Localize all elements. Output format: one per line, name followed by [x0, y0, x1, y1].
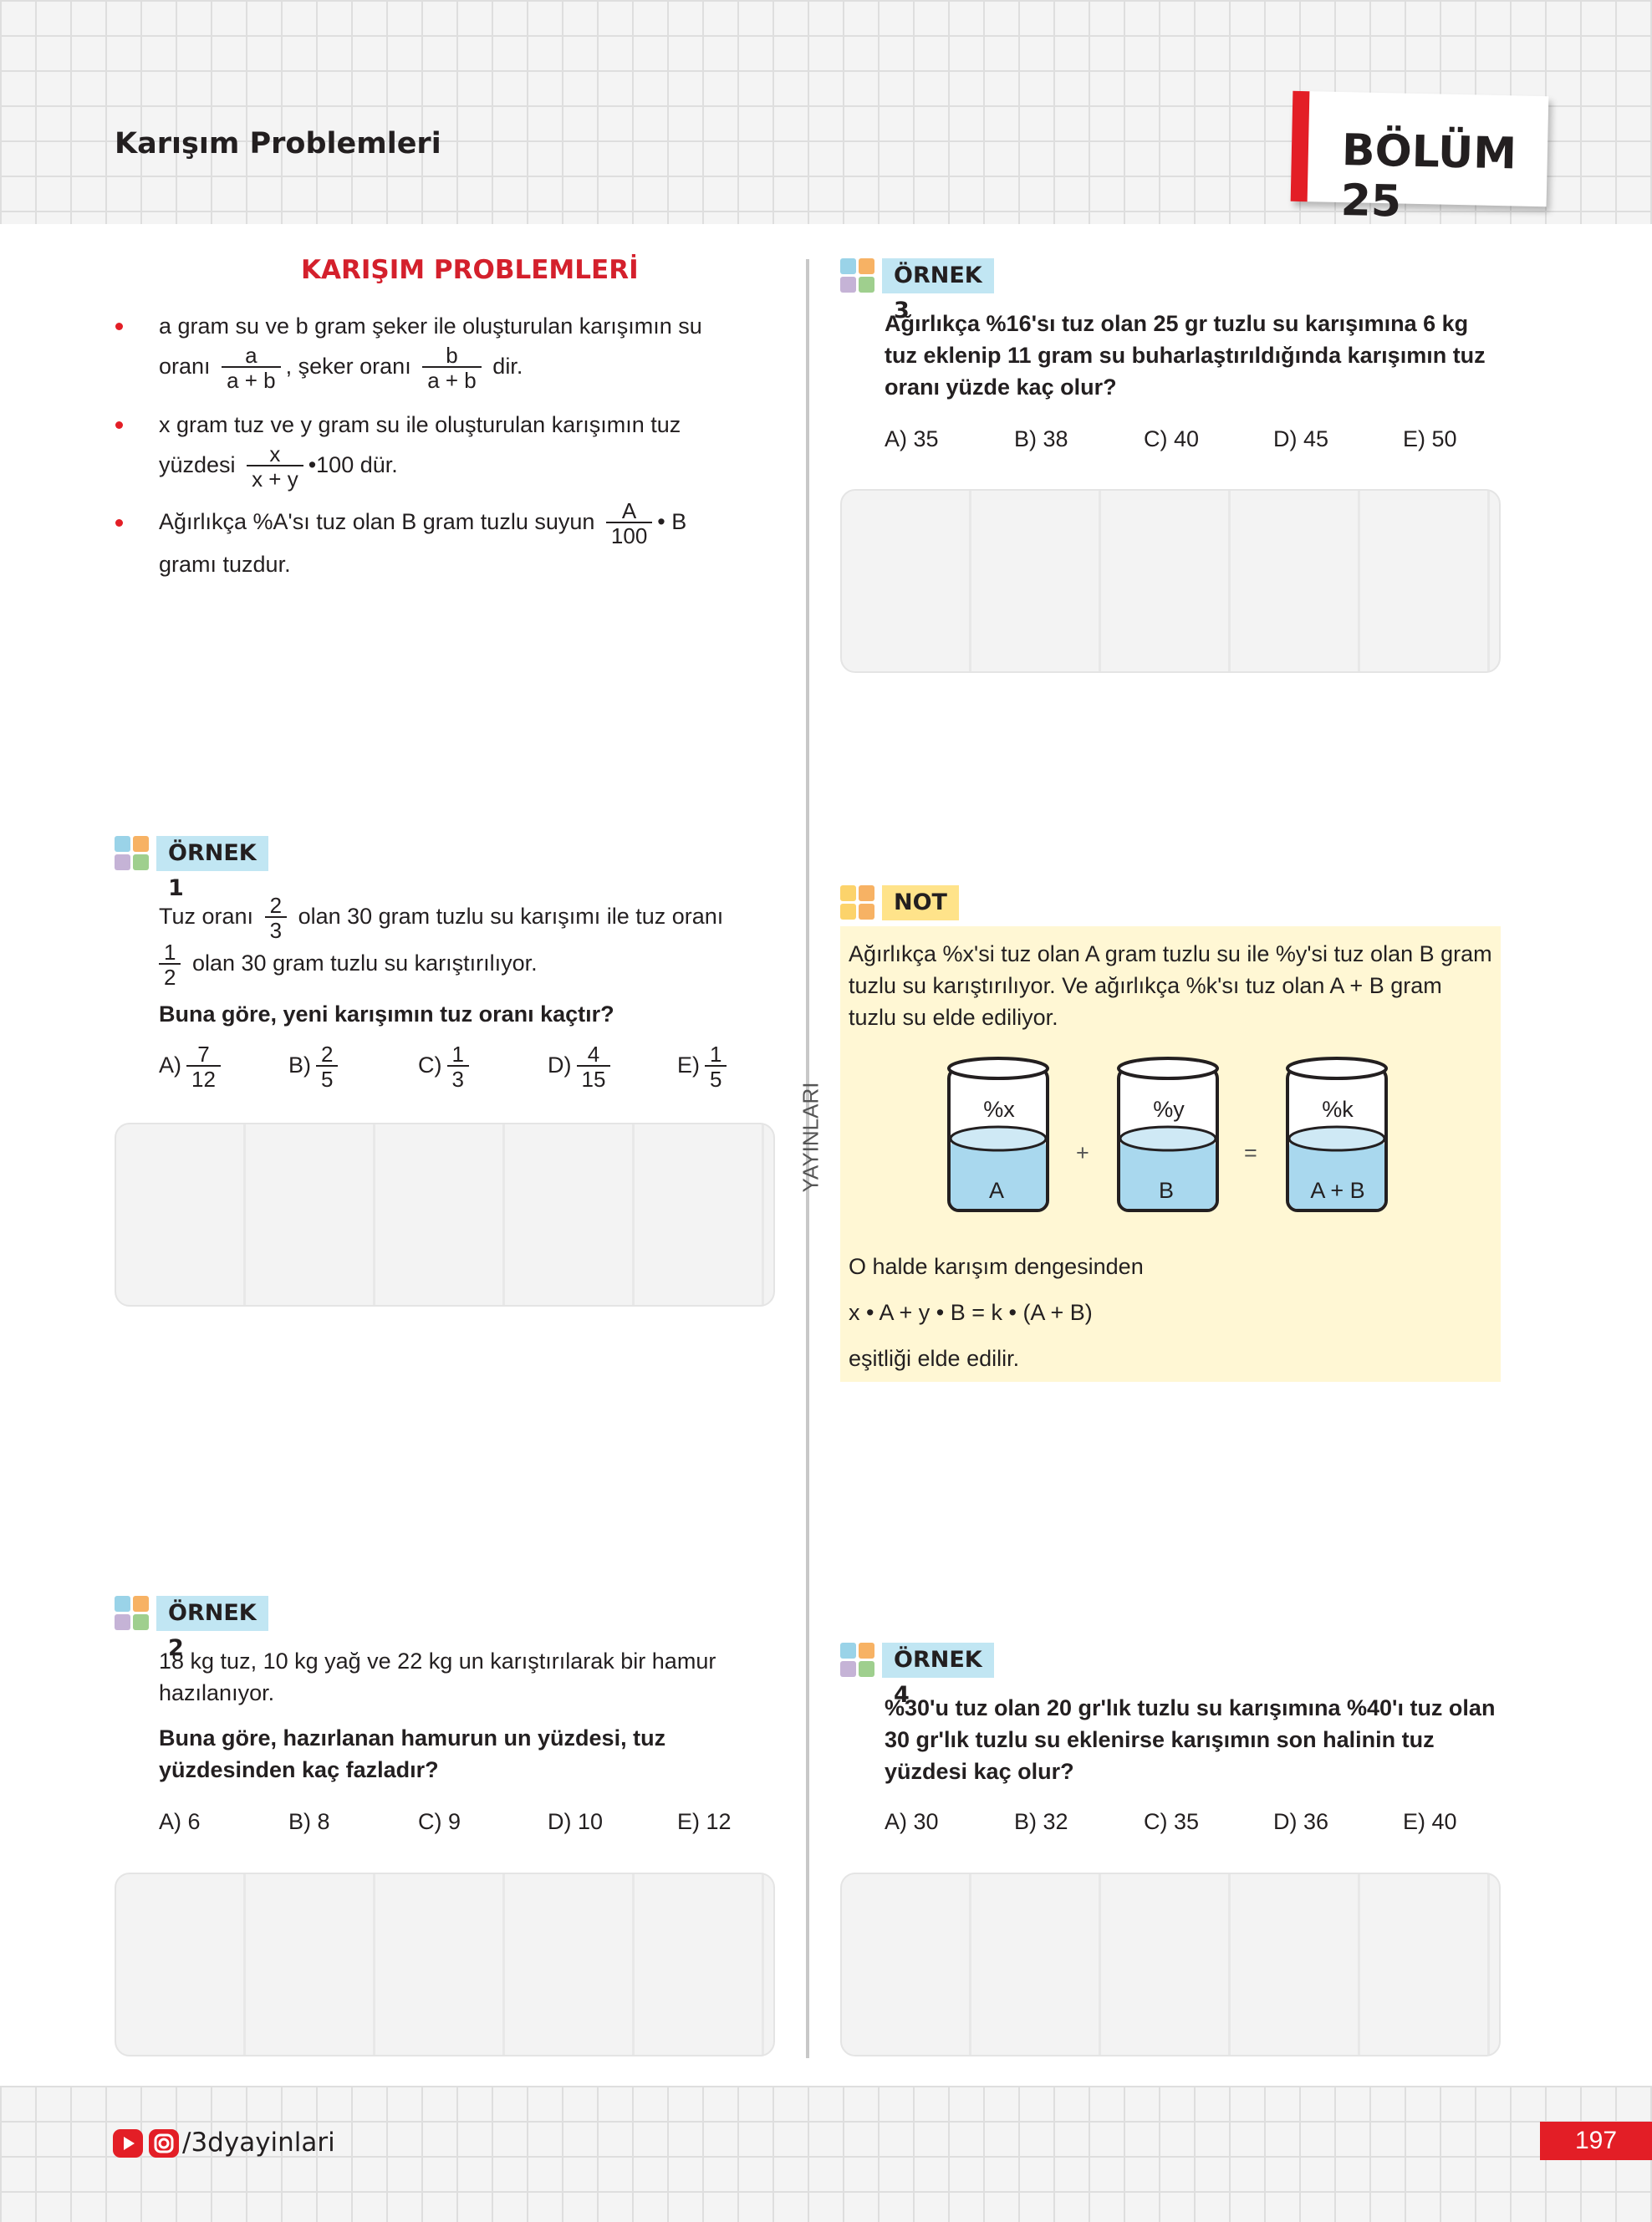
publisher-side-label: YAYINLARI — [798, 1082, 823, 1193]
option-c[interactable]: C) 35 — [1144, 1809, 1199, 1835]
option-d[interactable]: D) 36 — [1273, 1809, 1328, 1835]
beaker-b-bottom-label: B — [1158, 1178, 1174, 1203]
example-1-work-area[interactable] — [115, 1123, 775, 1307]
beaker-ab-bottom-label: A + B — [1310, 1178, 1365, 1203]
example-2-text: 18 kg tuz, 10 kg yağ ve 22 kg un karıştı… — [159, 1649, 716, 1705]
theory-bullet-2-line-2: yüzdesi xx + y •100 dür. — [159, 441, 398, 492]
option-e[interactable]: E) 12 — [677, 1809, 732, 1835]
fraction: A 100 — [605, 500, 653, 547]
option-c[interactable]: C) 9 — [418, 1809, 461, 1835]
chapter-title: Karışım Problemleri — [115, 127, 441, 161]
example-2-options: A) 6 B) 8 C) 9 D) 10 E) 12 — [159, 1809, 761, 1842]
fraction: 23 — [264, 894, 288, 941]
option-a[interactable]: A) 6 — [159, 1809, 201, 1835]
fraction: aa + b — [222, 344, 281, 391]
example-4-options: A) 30 B) 32 C) 35 D) 36 E) 40 — [885, 1809, 1486, 1842]
theory-bullet-3-line-2: gramı tuzdur. — [159, 552, 291, 577]
beaker-b-top-label: %y — [1153, 1097, 1185, 1122]
instagram-icon[interactable] — [149, 2129, 179, 2158]
note-text: Ağırlıkça %x'si tuz olan A gram tuzlu su… — [849, 941, 1492, 1030]
section-badge: BÖLÜM 25 — [1290, 90, 1549, 227]
option-b[interactable]: B) 38 — [1014, 426, 1068, 452]
bullet-dot — [115, 519, 123, 527]
youtube-icon[interactable] — [113, 2129, 143, 2158]
example-2-work-area[interactable] — [115, 1873, 775, 2056]
beakers-diagram — [947, 1057, 1388, 1212]
note-formula: x • A + y • B = k • (A + B) — [849, 1300, 1093, 1325]
page-number: 197 — [1540, 2122, 1652, 2160]
grid-icon — [115, 836, 150, 871]
option-b[interactable]: B) 2 5 — [288, 1043, 343, 1090]
theory-heading: KARIŞIM PROBLEMLERİ — [301, 255, 639, 285]
theory-bullet-2-line-1: x gram tuz ve y gram su ile oluşturulan … — [159, 412, 681, 437]
example-1-line-1: Tuz oranı 23 olan 30 gram tuzlu su karış… — [159, 893, 724, 943]
beaker-ab-top-label: %k — [1322, 1097, 1354, 1122]
fraction: 12 — [159, 941, 181, 988]
option-e[interactable]: E) 50 — [1403, 426, 1457, 452]
option-d[interactable]: D) 10 — [548, 1809, 603, 1835]
fraction: ba + b — [422, 344, 482, 391]
option-c[interactable]: C) 40 — [1144, 426, 1199, 452]
example-3-work-area[interactable] — [840, 489, 1501, 673]
example-1-question: Buna göre, yeni karışımın tuz oranı kaçt… — [159, 1001, 614, 1027]
option-a[interactable]: A) 30 — [885, 1809, 939, 1835]
example-3-options: A) 35 B) 38 C) 40 D) 45 E) 50 — [885, 426, 1486, 460]
example-1-options: A) 7 12 B) 2 5 C) 1 3 D) 4 15 E) 1 5 — [159, 1043, 761, 1090]
grid-icon — [840, 258, 875, 293]
bullet-dot — [115, 323, 123, 330]
grid-icon — [115, 1596, 150, 1631]
beaker-a-bottom-label: A — [988, 1178, 1004, 1203]
example-1-line-2: 12 olan 30 gram tuzlu su karıştırılıyor. — [159, 941, 538, 988]
option-e[interactable]: E) 1 5 — [677, 1043, 732, 1090]
social-handle[interactable]: /3dyayinlari — [182, 2128, 335, 2158]
option-b[interactable]: B) 32 — [1014, 1809, 1068, 1835]
example-3-question: Ağırlıkça %16'sı tuz olan 25 gr tuzlu su… — [885, 311, 1486, 400]
equals-sign: = — [1244, 1140, 1257, 1165]
beaker-a-top-label: %x — [983, 1097, 1015, 1122]
option-e[interactable]: E) 40 — [1403, 1809, 1457, 1835]
fraction: xx + y — [247, 443, 303, 490]
option-a[interactable]: A) 7 12 — [159, 1043, 226, 1090]
option-a[interactable]: A) 35 — [885, 426, 939, 452]
option-b[interactable]: B) 8 — [288, 1809, 330, 1835]
bullet-dot — [115, 421, 123, 429]
theory-bullet-1-line-2: oranı aa + b, şeker oranı ba + b dir. — [159, 343, 523, 393]
example-4-work-area[interactable] — [840, 1873, 1501, 2056]
grid-icon — [840, 1643, 875, 1678]
note-line-1: O halde karışım dengesinden — [849, 1254, 1144, 1279]
theory-bullet-3-line-1: Ağırlıkça %A'sı tuz olan B gram tuzlu su… — [159, 498, 687, 548]
grid-icon — [840, 885, 875, 920]
option-d[interactable]: D) 45 — [1273, 426, 1328, 452]
section-label: BÖLÜM 25 — [1340, 125, 1517, 227]
option-c[interactable]: C) 1 3 — [418, 1043, 474, 1090]
note-box: Ağırlıkça %x'si tuz olan A gram tuzlu su… — [840, 926, 1501, 1382]
note-line-3: eşitliği elde edilir. — [849, 1346, 1020, 1371]
plus-sign: + — [1076, 1140, 1089, 1165]
example-2-question: Buna göre, hazırlanan hamurun un yüzdesi… — [159, 1725, 666, 1782]
theory-bullet-1-line-1: a gram su ve b gram şeker ile oluşturula… — [159, 313, 702, 339]
example-4-question: %30'u tuz olan 20 gr'lık tuzlu su karışı… — [885, 1695, 1496, 1784]
option-d[interactable]: D) 4 15 — [548, 1043, 615, 1090]
